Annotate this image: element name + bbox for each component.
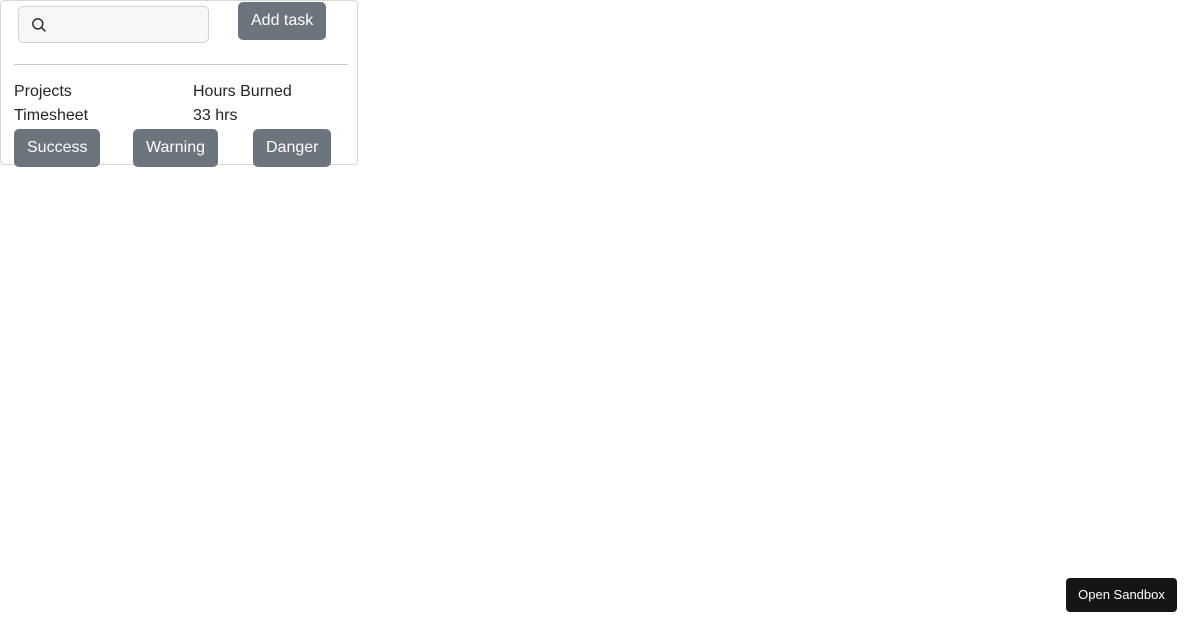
search-input[interactable] [57,11,202,38]
warning-button[interactable]: Warning [133,129,218,167]
column-header-hours-burned: Hours Burned [193,83,292,100]
project-cell: Timesheet [14,107,89,124]
search-icon [32,18,46,32]
add-task-button[interactable]: Add task [238,2,327,40]
success-button[interactable]: Success [14,129,101,167]
open-sandbox-button[interactable]: Open Sandbox [1066,578,1177,612]
column-header-projects: Projects [14,83,72,100]
task-card: Add task Projects Hours Burned Timesheet… [0,0,358,167]
search-box[interactable] [18,6,209,43]
danger-button[interactable]: Danger [253,129,332,167]
hours-cell: 33 hrs [193,107,238,124]
divider [14,64,348,65]
